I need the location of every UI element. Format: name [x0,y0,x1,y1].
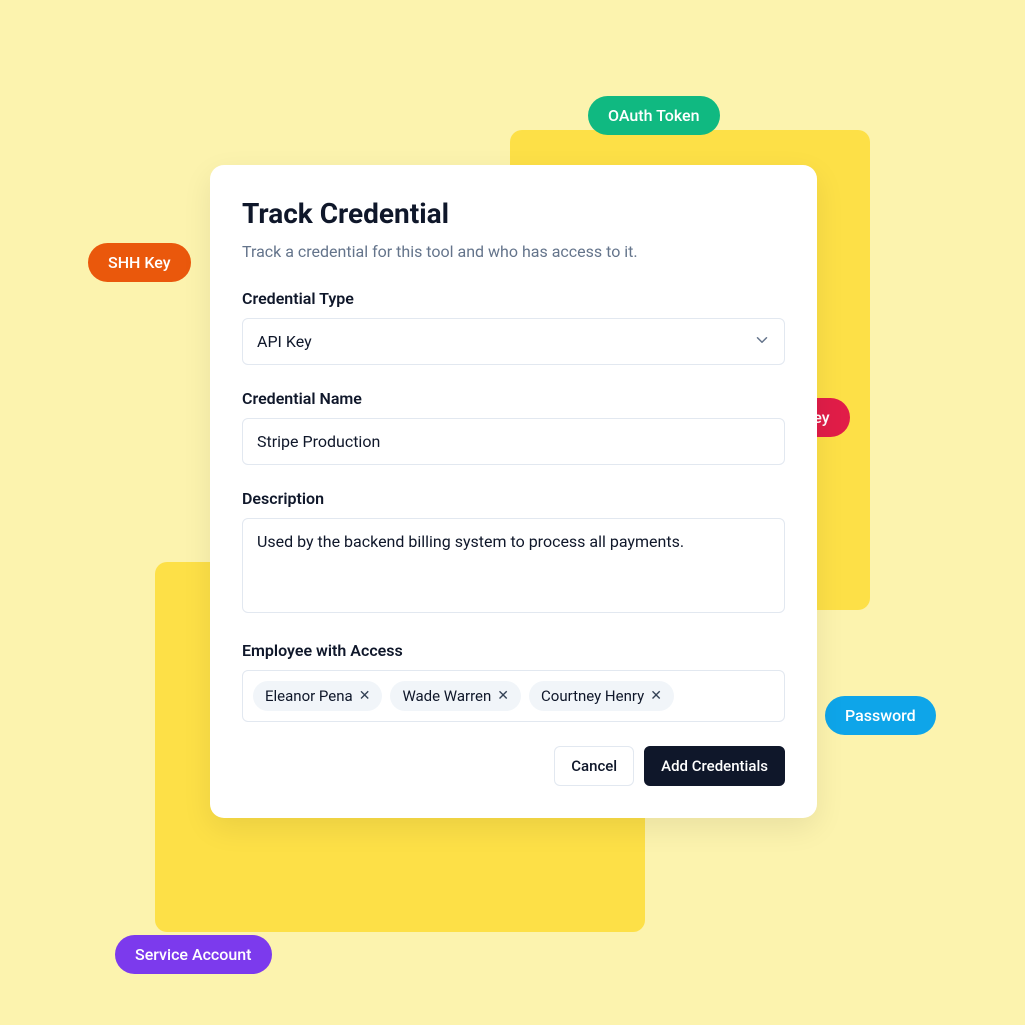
employee-access-label: Employee with Access [242,641,785,660]
modal-subtitle: Track a credential for this tool and who… [242,242,785,261]
employee-tag-label: Wade Warren [402,687,491,705]
credential-name-input[interactable] [242,418,785,465]
track-credential-modal: Track Credential Track a credential for … [210,165,817,818]
credential-type-select[interactable]: API Key [242,318,785,365]
pill-oauth-token: OAuth Token [588,96,720,135]
pill-password: Password [825,696,936,735]
description-textarea[interactable]: Used by the backend billing system to pr… [242,518,785,613]
close-icon[interactable]: ✕ [359,689,371,703]
description-label: Description [242,489,785,508]
add-credentials-button[interactable]: Add Credentials [644,746,785,786]
close-icon[interactable]: ✕ [650,689,662,703]
cancel-button[interactable]: Cancel [554,746,634,786]
employee-tag: Wade Warren ✕ [390,681,521,711]
credential-name-label: Credential Name [242,389,785,408]
close-icon[interactable]: ✕ [497,689,509,703]
modal-title: Track Credential [242,197,785,230]
employee-tag: Eleanor Pena ✕ [253,681,382,711]
employee-tag-label: Eleanor Pena [265,687,353,705]
employee-tag-label: Courtney Henry [541,687,644,705]
pill-shh-key: SHH Key [88,243,191,282]
credential-type-label: Credential Type [242,289,785,308]
employee-tag: Courtney Henry ✕ [529,681,674,711]
employee-access-input[interactable]: Eleanor Pena ✕ Wade Warren ✕ Courtney He… [242,670,785,722]
pill-service-account: Service Account [115,935,272,974]
